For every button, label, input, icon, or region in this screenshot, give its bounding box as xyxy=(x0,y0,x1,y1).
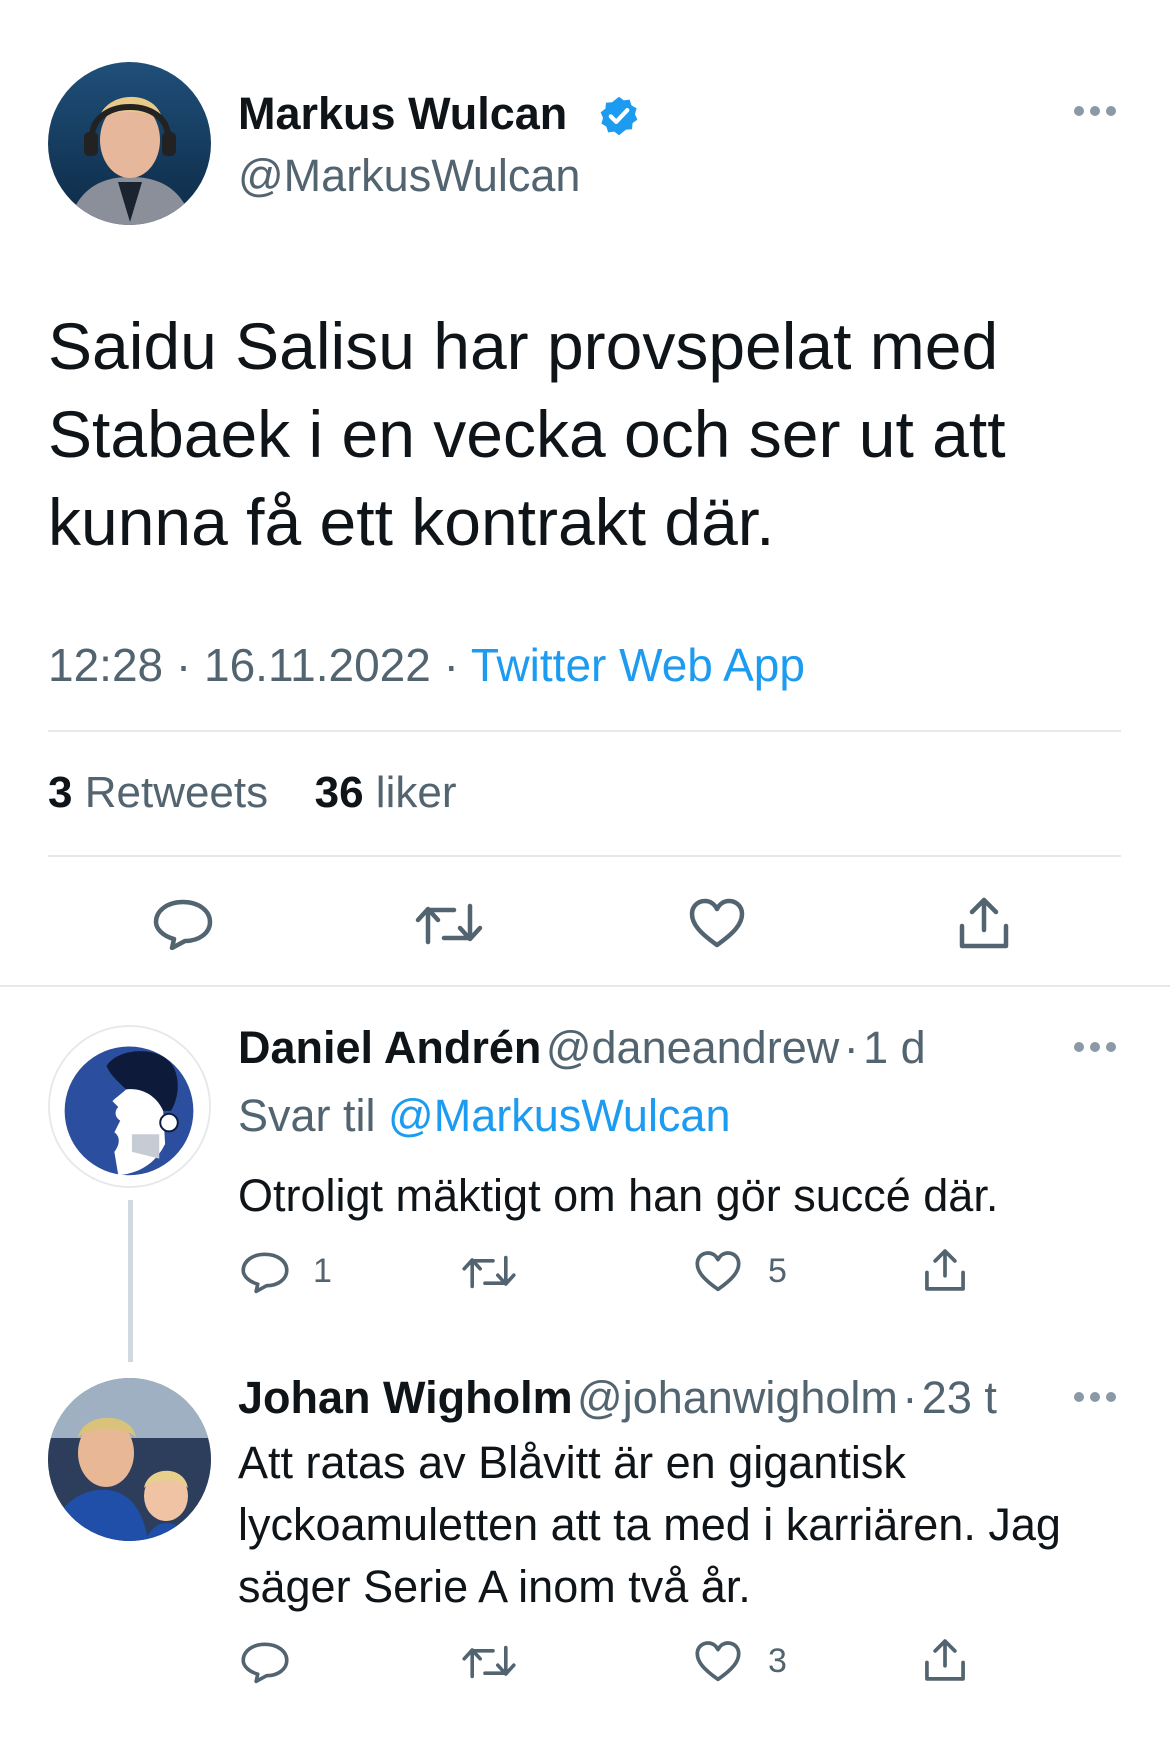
reply1-text: Otroligt mäktigt om han gör succé där. xyxy=(238,1170,999,1221)
main-author-handle[interactable]: @MarkusWulcan xyxy=(238,150,580,202)
reply2-text: Att ratas av Blåvitt är en gigantisk lyc… xyxy=(238,1437,1061,1612)
reply2-like-count: 3 xyxy=(768,1642,787,1680)
meta-separator: · xyxy=(175,639,205,691)
more-dots-icon[interactable] xyxy=(1072,1390,1118,1404)
meta-separator: · xyxy=(902,1372,918,1423)
retweet-arrows-icon[interactable] xyxy=(461,1640,517,1684)
engagement-stats: 3 Retweets 36 liker xyxy=(48,768,456,818)
reply-bubble-icon[interactable] xyxy=(240,1640,290,1684)
share-upload-icon[interactable] xyxy=(956,894,1012,952)
reply-bubble-icon[interactable] xyxy=(152,898,214,950)
tweet-source-link[interactable]: Twitter Web App xyxy=(471,639,805,691)
main-tweet-text: Saidu Salisu har provspelat med Stabaek … xyxy=(48,309,1006,559)
reply1-like-count: 5 xyxy=(768,1252,787,1290)
reply1-header: Daniel Andrén @daneandrew · 1 d xyxy=(238,1022,926,1074)
divider xyxy=(48,855,1121,857)
more-dots-icon[interactable] xyxy=(1072,104,1118,118)
reply2-author-name[interactable]: Johan Wigholm xyxy=(238,1372,573,1423)
reply1-replying-to: Svar til @MarkusWulcan xyxy=(238,1090,731,1142)
main-author-avatar[interactable] xyxy=(48,62,211,225)
reply1-reply-count: 1 xyxy=(313,1252,332,1290)
reply2-author-avatar[interactable] xyxy=(48,1378,211,1541)
retweets-label: Retweets xyxy=(84,768,269,817)
share-upload-icon[interactable] xyxy=(922,1246,968,1294)
retweet-arrows-icon[interactable] xyxy=(461,1250,517,1294)
likes-label: liker xyxy=(375,768,457,817)
reply2-author-handle[interactable]: @johanwigholm xyxy=(577,1372,898,1423)
heart-icon[interactable] xyxy=(688,898,746,950)
tweet-time: 12:28 xyxy=(48,639,164,691)
meta-separator: · xyxy=(443,639,471,691)
reply1-author-avatar[interactable] xyxy=(48,1025,211,1188)
reply2-header: Johan Wigholm @johanwigholm · 23 t xyxy=(238,1372,997,1424)
section-divider xyxy=(0,985,1170,987)
reply-bubble-icon[interactable] xyxy=(240,1250,290,1294)
likes-count: 36 xyxy=(314,768,364,817)
tweet-date[interactable]: 16.11.2022 xyxy=(204,639,431,691)
heart-icon[interactable] xyxy=(694,1250,742,1294)
divider xyxy=(48,730,1121,732)
reply2-age[interactable]: 23 t xyxy=(922,1372,997,1423)
reply1-author-handle[interactable]: @daneandrew xyxy=(546,1022,839,1073)
replying-to-handle[interactable]: @MarkusWulcan xyxy=(388,1090,730,1141)
meta-separator: · xyxy=(843,1022,859,1073)
retweets-stat[interactable]: 3 Retweets xyxy=(48,768,280,817)
main-author-name[interactable]: Markus Wulcan xyxy=(238,88,567,140)
verified-badge-icon xyxy=(597,94,641,138)
tweet-meta: 12:28 · 16.11.2022 · Twitter Web App xyxy=(48,638,805,692)
likes-stat[interactable]: 36 liker xyxy=(315,768,457,817)
share-upload-icon[interactable] xyxy=(922,1636,968,1684)
reply1-author-name[interactable]: Daniel Andrén xyxy=(238,1022,541,1073)
heart-icon[interactable] xyxy=(694,1640,742,1684)
reply1-age[interactable]: 1 d xyxy=(863,1022,926,1073)
thread-connector-line xyxy=(128,1200,133,1362)
retweets-count: 3 xyxy=(48,768,73,817)
more-dots-icon[interactable] xyxy=(1072,1040,1118,1054)
replying-to-label: Svar til xyxy=(238,1090,376,1141)
retweet-arrows-icon[interactable] xyxy=(414,898,484,950)
